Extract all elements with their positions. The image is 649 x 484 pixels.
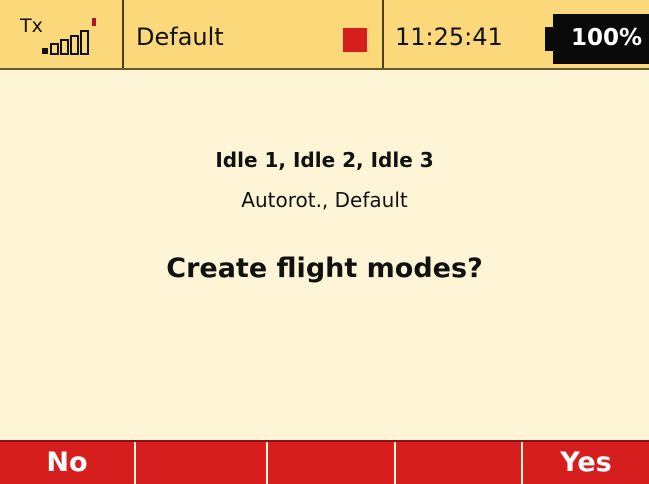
no-button[interactable]: No — [0, 442, 134, 484]
signal-strength-icon — [42, 18, 96, 55]
softkey-f3[interactable] — [268, 442, 394, 484]
softkey-f4[interactable] — [396, 442, 521, 484]
clock-field: 11:25:41 — [384, 0, 534, 68]
softkey-f2[interactable] — [136, 442, 266, 484]
battery-percent: 100% — [570, 25, 642, 51]
battery-indicator: 100% — [553, 14, 649, 64]
tx-signal-indicator: Tx — [0, 0, 122, 68]
status-bar: Tx Default 11:25:41 100% — [0, 0, 649, 70]
yes-button[interactable]: Yes — [523, 442, 649, 484]
dialog-question: Create flight modes? — [166, 253, 483, 284]
clock-time: 11:25:41 — [395, 23, 503, 51]
battery-tip-icon — [545, 27, 553, 51]
recording-indicator — [343, 28, 367, 52]
confirm-dialog: Idle 1, Idle 2, Idle 3 Autorot., Default… — [0, 70, 649, 440]
model-field[interactable]: Default — [124, 0, 382, 68]
softkey-bar: No Yes — [0, 440, 649, 484]
flight-modes-list: Idle 1, Idle 2, Idle 3 — [215, 148, 434, 172]
model-name: Default — [136, 23, 224, 51]
flight-modes-list-secondary: Autorot., Default — [241, 188, 408, 212]
